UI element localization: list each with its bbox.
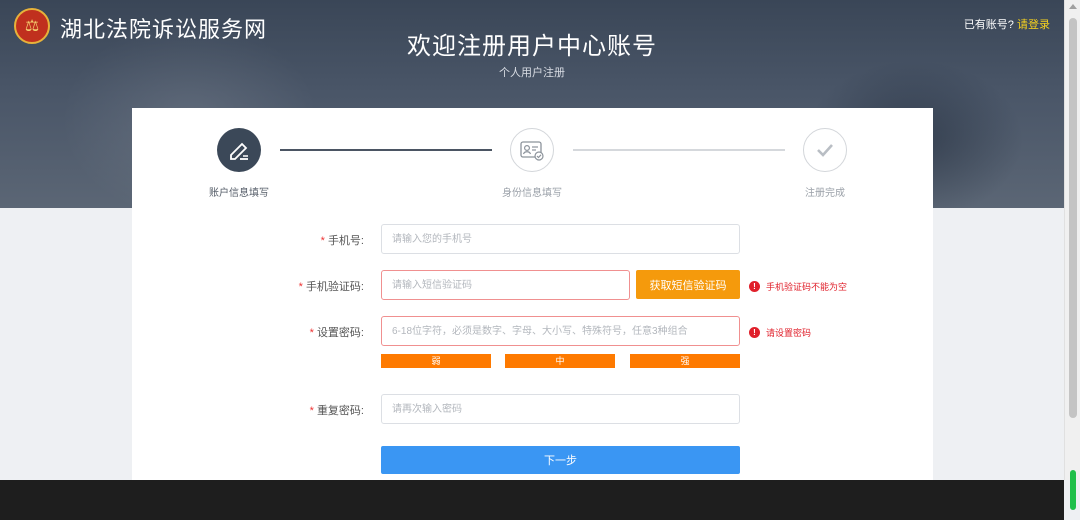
page-subtitle: 个人用户注册	[499, 67, 565, 79]
step-progress: 账户信息填写 身份信息填写 注册完成	[132, 128, 933, 208]
step-1-circle	[217, 128, 261, 172]
sms-code-label: * 手机验证码:	[298, 281, 364, 293]
phone-label: * 手机号:	[320, 235, 364, 247]
get-sms-code-button[interactable]: 获取短信验证码	[636, 270, 740, 299]
strength-strong: 强	[630, 354, 740, 368]
password-label: * 设置密码:	[309, 327, 364, 339]
step-line-2	[573, 149, 785, 151]
page-scrollbar[interactable]	[1064, 0, 1080, 510]
scroll-up-icon[interactable]	[1069, 4, 1077, 9]
login-hint: 已有账号? 请登录	[964, 16, 1050, 32]
step-line-1	[280, 149, 492, 151]
step-3-label: 注册完成	[805, 188, 845, 199]
footer-bar	[0, 480, 1064, 520]
confirm-password-input[interactable]	[381, 394, 740, 424]
error-icon: !	[749, 327, 760, 338]
next-step-button[interactable]: 下一步	[381, 446, 740, 474]
sms-code-error: ! 手机验证码不能为空	[749, 280, 847, 293]
password-error: ! 请设置密码	[749, 326, 811, 339]
step-2-label: 身份信息填写	[502, 188, 562, 199]
strength-weak: 弱	[381, 354, 491, 368]
login-prompt: 已有账号?	[963, 19, 1014, 31]
page-title: 欢迎注册用户中心账号	[407, 33, 657, 60]
checkmark-icon	[817, 144, 833, 157]
error-icon: !	[749, 281, 760, 292]
scroll-indicator	[1070, 470, 1076, 510]
confirm-password-label: * 重复密码:	[309, 405, 364, 417]
step-2-circle	[510, 128, 554, 172]
sms-code-input[interactable]	[381, 270, 630, 300]
login-link[interactable]: 请登录	[1017, 19, 1050, 31]
strength-medium: 中	[505, 354, 615, 368]
phone-input[interactable]	[381, 224, 740, 254]
scrollbar-thumb[interactable]	[1069, 18, 1077, 418]
registration-card: 账户信息填写 身份信息填写 注册完成 *手机号: *手机验证码: 获取短信验证码…	[132, 108, 933, 480]
id-card-icon	[520, 141, 544, 161]
step-3-circle	[803, 128, 847, 172]
pencil-icon	[230, 142, 248, 160]
password-input[interactable]	[381, 316, 740, 346]
step-1-label: 账户信息填写	[209, 188, 269, 199]
